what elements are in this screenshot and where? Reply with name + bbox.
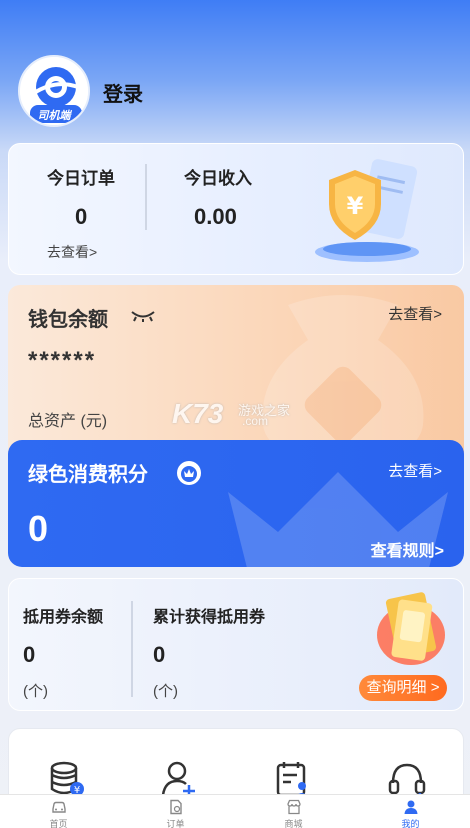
divider	[131, 601, 133, 697]
today-income-label: 今日收入	[184, 169, 252, 188]
today-orders-view-link[interactable]: 去查看>	[47, 242, 97, 262]
tab-orders[interactable]: 订单	[117, 795, 234, 828]
eye-closed-icon[interactable]	[130, 309, 156, 323]
coupon-earned-value: 0	[153, 642, 166, 667]
total-assets-label: 总资产 (元)	[28, 413, 108, 430]
tab-mine-label: 我的	[401, 819, 420, 828]
green-points-view-link[interactable]: 去查看>	[388, 460, 442, 481]
wallet-title: 钱包余额	[28, 309, 108, 331]
green-points-card[interactable]: 绿色消费积分 去查看> 0 查看规则>	[8, 440, 464, 567]
wallet-view-link[interactable]: 去查看>	[388, 303, 442, 324]
profile-header: 司机端 登录	[0, 0, 470, 140]
avatar[interactable]: 司机端	[18, 55, 90, 127]
wallet-masked-balance: ******	[28, 347, 97, 374]
avatar-badge-text: 司机端	[37, 110, 71, 122]
coupon-balance-unit: (个)	[23, 683, 48, 700]
today-income-value: 0.00	[194, 204, 237, 229]
today-summary-card: 今日订单 0 去查看> 今日收入 0.00 ¥	[8, 143, 464, 275]
divider	[145, 164, 147, 230]
today-orders-label: 今日订单	[47, 169, 115, 188]
coupon-earned-unit: (个)	[153, 683, 178, 700]
today-orders-value: 0	[75, 204, 88, 229]
shield-money-icon: ¥	[315, 159, 419, 262]
user-icon	[404, 800, 417, 814]
tab-store[interactable]: 商城	[235, 795, 352, 828]
coupon-earned-label: 累计获得抵用券	[153, 609, 266, 626]
add-user-icon[interactable]	[159, 759, 199, 799]
svg-text:¥: ¥	[347, 192, 364, 220]
tab-home[interactable]: 首页	[0, 795, 117, 828]
coupon-balance-value: 0	[23, 642, 36, 667]
watermark-domain: .com	[242, 414, 269, 428]
coupon-card: 抵用券余额 0 (个) 累计获得抵用券 0 (个) 查询明细 >	[8, 578, 464, 711]
query-details-button[interactable]: 查询明细 >	[359, 675, 447, 701]
points-medal-icon	[177, 461, 201, 485]
tab-mine[interactable]: 我的	[352, 795, 469, 828]
tab-home-label: 首页	[49, 819, 68, 828]
login-link[interactable]: 登录	[103, 78, 143, 107]
tab-store-label: 商城	[284, 819, 303, 828]
green-points-title: 绿色消费积分	[28, 464, 148, 486]
store-icon	[286, 799, 301, 815]
coupon-balance-label: 抵用券余额	[23, 609, 104, 626]
car-icon	[51, 801, 66, 813]
wallet-balance-card[interactable]: 钱包余额 去查看> ****** 总资产 (元)	[8, 285, 464, 465]
green-points-value: 0	[28, 508, 49, 549]
order-icon	[169, 799, 182, 815]
calendar-user-icon[interactable]	[273, 759, 313, 799]
coupon-ticket-icon	[377, 592, 445, 665]
bottom-tab-bar: 首页 订单 商城 我的	[0, 794, 470, 828]
coins-icon[interactable]: ¥	[47, 759, 87, 799]
k73-watermark: K73 游戏之家 .com	[172, 398, 290, 430]
watermark-brand: K73	[172, 398, 224, 429]
view-rules-link[interactable]: 查看规则>	[371, 537, 444, 561]
headset-icon[interactable]	[387, 759, 427, 799]
tab-orders-label: 订单	[166, 819, 185, 828]
